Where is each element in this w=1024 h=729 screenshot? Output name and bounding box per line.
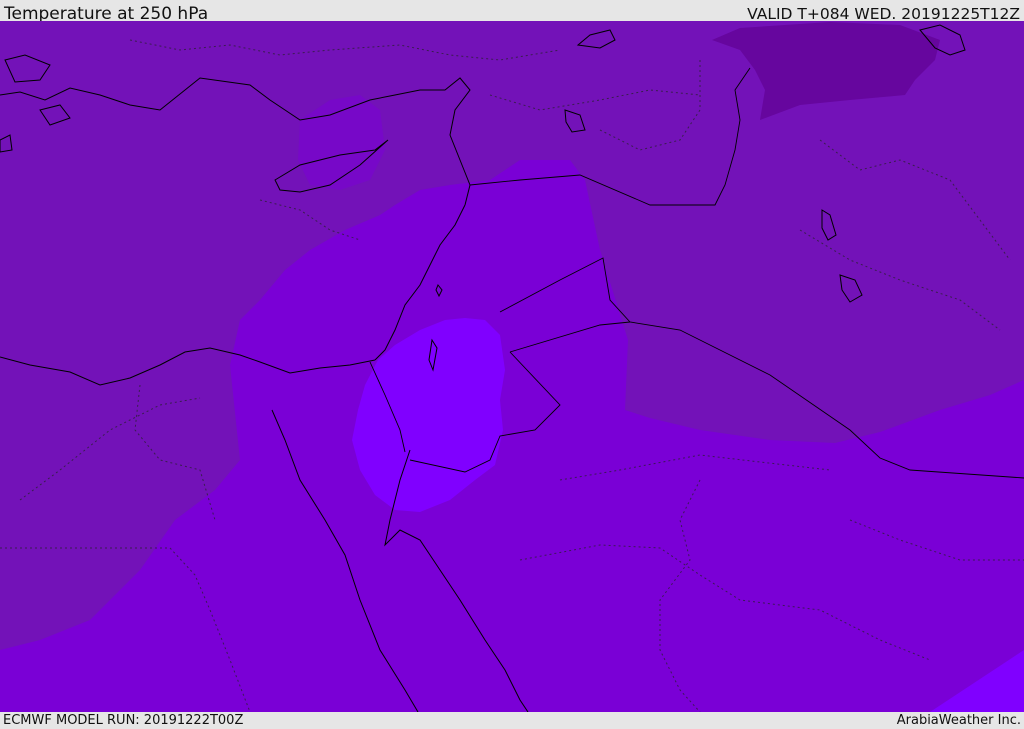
temperature-map: [0, 21, 1024, 712]
bottom-bar: ECMWF MODEL RUN: 20191222T00Z ArabiaWeat…: [0, 712, 1024, 729]
top-bar: Temperature at 250 hPa VALID T+084 WED. …: [0, 0, 1024, 24]
model-run: ECMWF MODEL RUN: 20191222T00Z: [3, 713, 244, 728]
credit: ArabiaWeather Inc.: [896, 713, 1021, 728]
